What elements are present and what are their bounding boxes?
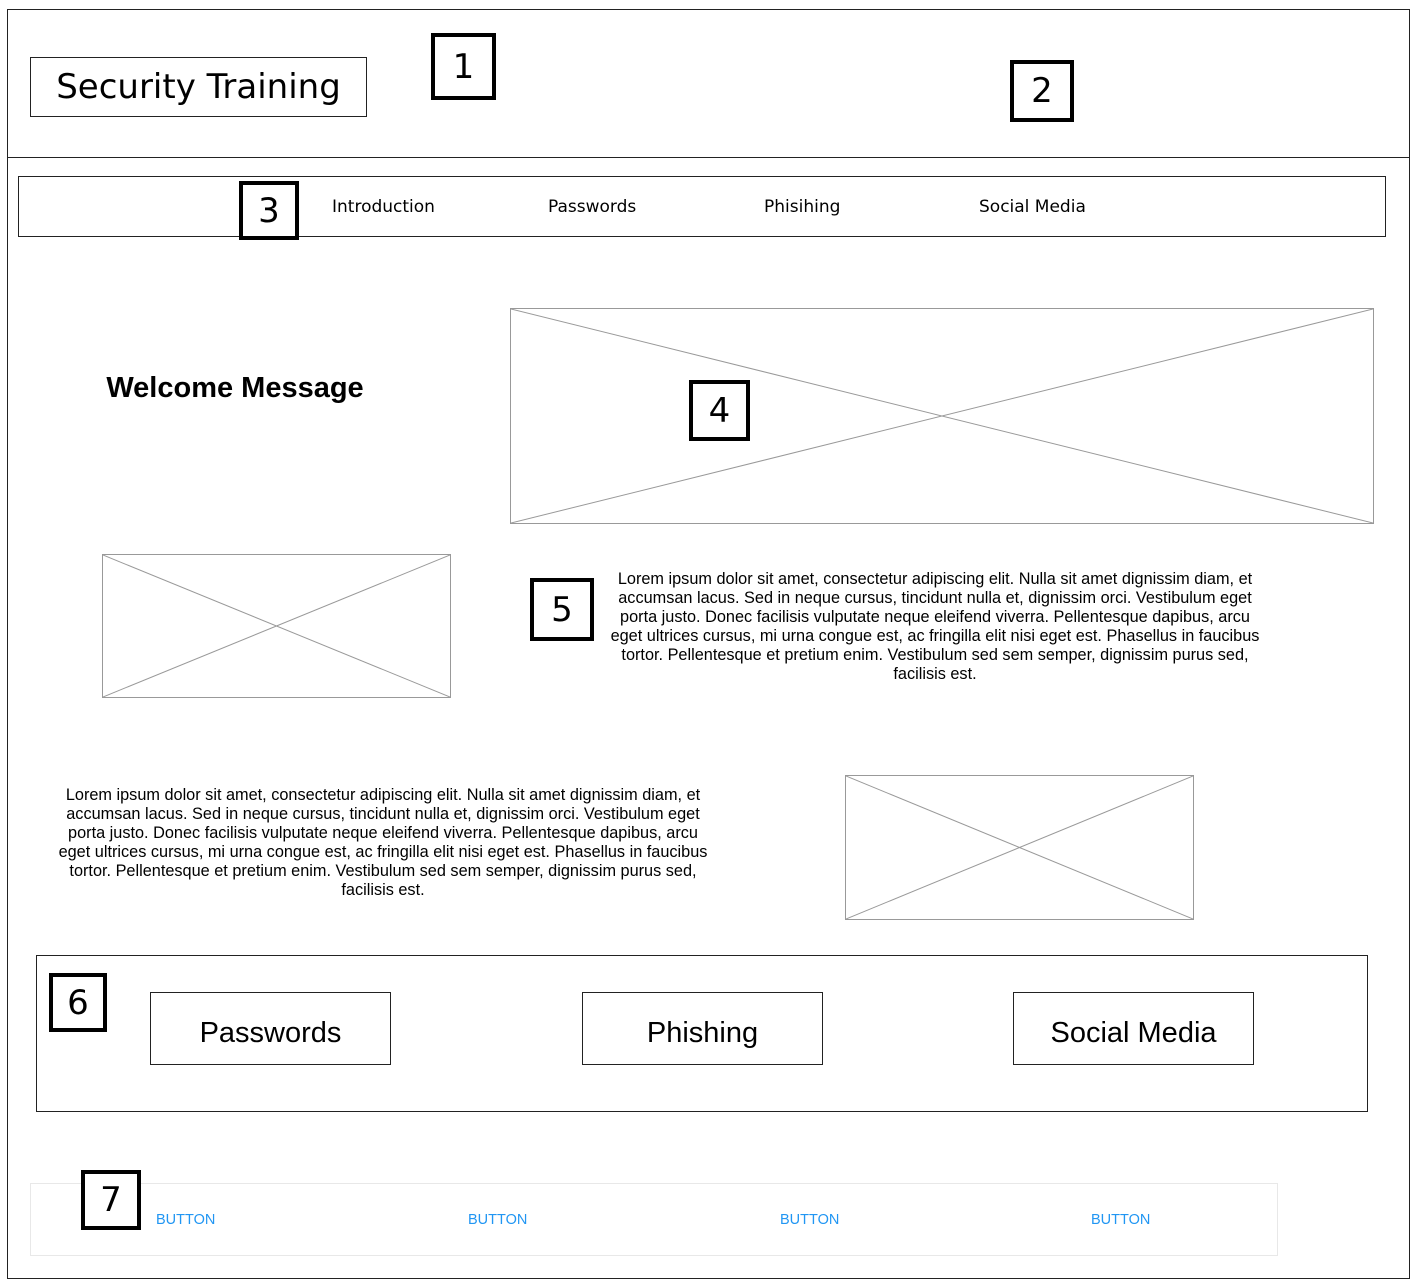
footer-button-1[interactable]: BUTTON [156, 1212, 215, 1228]
annotation-badge-6: 6 [49, 973, 107, 1032]
nav-item-phishing[interactable]: Phisihing [764, 197, 840, 217]
paragraph-2: Lorem ipsum dolor sit amet, consectetur … [58, 786, 708, 899]
footer-button-3[interactable]: BUTTON [780, 1212, 839, 1228]
annotation-badge-4: 4 [689, 380, 750, 441]
footer-button-2[interactable]: BUTTON [468, 1212, 527, 1228]
hero-image-placeholder [510, 308, 1374, 524]
card-social-media-button[interactable]: Social Media [1013, 992, 1254, 1065]
paragraph-1: Lorem ipsum dolor sit amet, consectetur … [610, 570, 1260, 683]
nav-item-introduction[interactable]: Introduction [332, 197, 435, 217]
card-passwords-button[interactable]: Passwords [150, 992, 391, 1065]
footer-button-4[interactable]: BUTTON [1091, 1212, 1150, 1228]
topic-cards: Passwords Phishing Social Media [36, 955, 1368, 1112]
annotation-badge-2: 2 [1010, 60, 1074, 122]
image-placeholder-2 [845, 775, 1194, 920]
footer-button-bar: BUTTON BUTTON BUTTON BUTTON [30, 1183, 1278, 1256]
annotation-badge-7: 7 [81, 1170, 141, 1230]
site-title: Security Training [30, 57, 367, 117]
welcome-message: Welcome Message [106, 372, 364, 404]
annotation-badge-3: 3 [239, 181, 299, 240]
nav-item-social-media[interactable]: Social Media [979, 197, 1086, 217]
annotation-badge-5: 5 [530, 578, 594, 641]
image-placeholder-1 [102, 554, 451, 698]
nav-bar: Introduction Passwords Phisihing Social … [18, 176, 1386, 237]
nav-item-passwords[interactable]: Passwords [548, 197, 636, 217]
annotation-badge-1: 1 [431, 33, 496, 100]
header-divider [7, 157, 1410, 158]
card-phishing-button[interactable]: Phishing [582, 992, 823, 1065]
